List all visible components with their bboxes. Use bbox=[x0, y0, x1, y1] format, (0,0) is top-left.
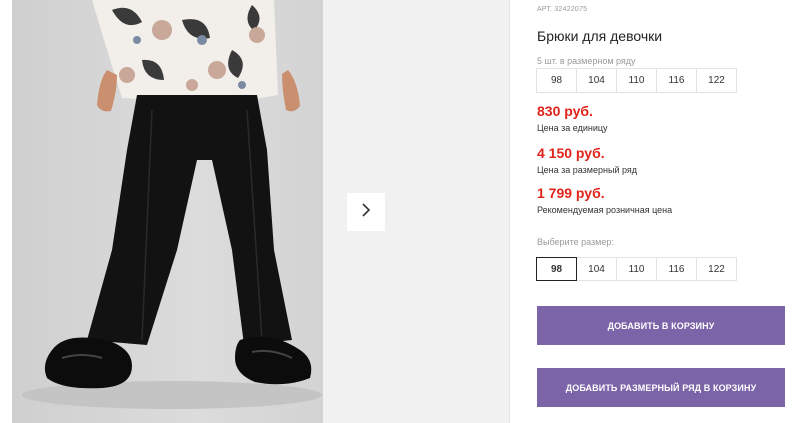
retail-price: 1 799 руб. bbox=[537, 185, 605, 201]
pack-note: 5 шт. в размерном ряду bbox=[537, 56, 636, 66]
size-option-104[interactable]: 104 bbox=[576, 257, 617, 281]
pack-price-label: Цена за размерный ряд bbox=[537, 165, 638, 175]
add-to-cart-button[interactable]: ДОБАВИТЬ В КОРЗИНУ bbox=[537, 306, 785, 345]
pack-size: 104 bbox=[576, 68, 617, 93]
size-select-label: Выберите размер: bbox=[537, 237, 614, 247]
size-option-110[interactable]: 110 bbox=[616, 257, 657, 281]
product-title: Брюки для девочки bbox=[537, 28, 663, 44]
product-photo bbox=[12, 0, 323, 423]
sku: АРТ. 32422075 bbox=[537, 6, 588, 13]
size-option-98[interactable]: 98 bbox=[536, 257, 577, 281]
size-selector: 98 104 110 116 122 bbox=[536, 257, 737, 281]
unit-price-label: Цена за единицу bbox=[537, 123, 608, 133]
divider bbox=[509, 0, 510, 423]
pack-size: 122 bbox=[696, 68, 737, 93]
unit-price: 830 руб. bbox=[537, 103, 593, 119]
pack-size: 98 bbox=[536, 68, 577, 93]
retail-price-label: Рекомендуемая розничная цена bbox=[537, 205, 673, 215]
size-option-122[interactable]: 122 bbox=[696, 257, 737, 281]
chevron-right-icon bbox=[360, 202, 372, 223]
add-pack-to-cart-button[interactable]: ДОБАВИТЬ РАЗМЕРНЫЙ РЯД В КОРЗИНУ bbox=[537, 368, 785, 407]
pack-sizes: 98 104 110 116 122 bbox=[536, 68, 737, 93]
pack-size: 116 bbox=[656, 68, 697, 93]
product-image bbox=[12, 0, 323, 423]
pack-price: 4 150 руб. bbox=[537, 145, 605, 161]
next-image-button[interactable] bbox=[347, 193, 385, 231]
pack-size: 110 bbox=[616, 68, 657, 93]
size-option-116[interactable]: 116 bbox=[656, 257, 697, 281]
